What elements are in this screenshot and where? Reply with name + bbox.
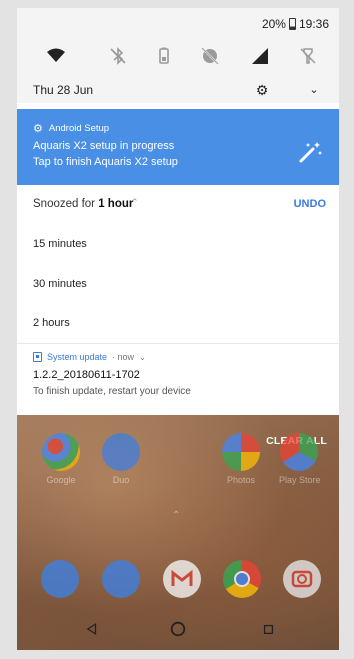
navigation-bar xyxy=(17,608,339,650)
notification-title: Aquaris X2 setup in progress xyxy=(33,140,175,152)
date: Thu 28 Jun xyxy=(33,83,94,97)
phone-screen: 20% 19:36 Thu 28 Jun ⚙ ⌄ ⚙ Android Setup… xyxy=(17,8,339,650)
app-label: Duo xyxy=(112,475,130,485)
google-folder[interactable]: Google xyxy=(41,433,81,485)
notification-app-name: Android Setup xyxy=(48,123,110,134)
snooze-title: Snoozed for 1 hour xyxy=(33,198,134,210)
messages-app-icon[interactable] xyxy=(102,560,140,598)
mobile-signal-icon[interactable] xyxy=(245,43,275,69)
back-icon[interactable] xyxy=(81,618,103,640)
duo-app[interactable]: Duo xyxy=(101,433,141,485)
app-label: Google xyxy=(46,475,76,485)
photos-icon xyxy=(222,433,260,471)
notification-header: ⚙ Android Setup xyxy=(33,122,109,135)
play-store-icon xyxy=(280,433,318,471)
quick-settings-panel: 20% 19:36 Thu 28 Jun ⚙ ⌄ xyxy=(17,8,339,103)
notification-text: To finish update, restart your device xyxy=(33,386,191,397)
battery-percent: 20% xyxy=(261,17,286,31)
snooze-duration: 1 hour xyxy=(98,198,134,210)
clock: 19:36 xyxy=(298,17,329,31)
snooze-option-30-minutes[interactable]: 30 minutes xyxy=(17,265,339,303)
snooze-header[interactable]: Snoozed for 1 hour ⌃ UNDO xyxy=(17,185,339,226)
chevron-down-icon[interactable]: ⌄ xyxy=(139,353,146,362)
bluetooth-off-icon[interactable] xyxy=(103,43,133,69)
android-setup-notification[interactable]: ⚙ Android Setup Aquaris X2 setup in prog… xyxy=(17,109,339,185)
chevron-up-icon[interactable]: ⌃ xyxy=(131,197,139,208)
app-label: Photos xyxy=(226,475,256,485)
flashlight-off-icon[interactable] xyxy=(293,43,323,69)
app-label: Play Store xyxy=(279,475,321,485)
gmail-app-icon[interactable] xyxy=(163,560,201,598)
status-bar: 20% 19:36 xyxy=(262,17,329,31)
wifi-icon[interactable] xyxy=(41,43,71,69)
system-update-icon xyxy=(33,352,42,362)
quick-settings-footer: Thu 28 Jun ⚙ ⌄ xyxy=(17,80,339,100)
chevron-up-icon: ⌃ xyxy=(172,510,181,521)
home-icon[interactable] xyxy=(167,618,189,640)
notification-time: · now xyxy=(112,352,135,362)
chevron-down-icon[interactable]: ⌄ xyxy=(305,81,323,99)
undo-button[interactable]: UNDO xyxy=(294,198,326,210)
photos-app[interactable]: Photos xyxy=(221,433,261,485)
battery-saver-icon[interactable] xyxy=(149,43,179,69)
play-store-app[interactable]: Play Store xyxy=(279,433,321,485)
magic-wand-icon xyxy=(299,142,322,163)
quick-settings-tiles xyxy=(17,43,339,69)
do-not-disturb-off-icon[interactable] xyxy=(195,43,225,69)
notification-text: Tap to finish Aquaris X2 setup xyxy=(33,156,178,168)
snooze-option-15-minutes[interactable]: 15 minutes xyxy=(17,225,339,263)
battery-icon xyxy=(288,18,296,30)
home-screen: CLEAR ALL Google Duo Photos Play Store ⌃ xyxy=(17,415,339,650)
google-folder-icon xyxy=(42,433,80,471)
notification-title: 1.2.2_20180611-1702 xyxy=(33,369,140,381)
duo-icon xyxy=(102,433,140,471)
camera-app-icon[interactable] xyxy=(283,560,321,598)
notification-app-name: System update xyxy=(47,352,108,362)
gear-icon[interactable]: ⚙ xyxy=(253,81,271,99)
settings-gear-icon: ⚙ xyxy=(33,123,43,135)
chrome-app-icon[interactable] xyxy=(223,560,261,598)
phone-app-icon[interactable] xyxy=(41,560,79,598)
notification-header: System update · now ⌄ xyxy=(33,352,146,362)
snooze-option-2-hours[interactable]: 2 hours xyxy=(17,304,339,342)
recents-icon[interactable] xyxy=(257,618,279,640)
system-update-notification[interactable]: System update · now ⌄ 1.2.2_20180611-170… xyxy=(17,343,339,416)
